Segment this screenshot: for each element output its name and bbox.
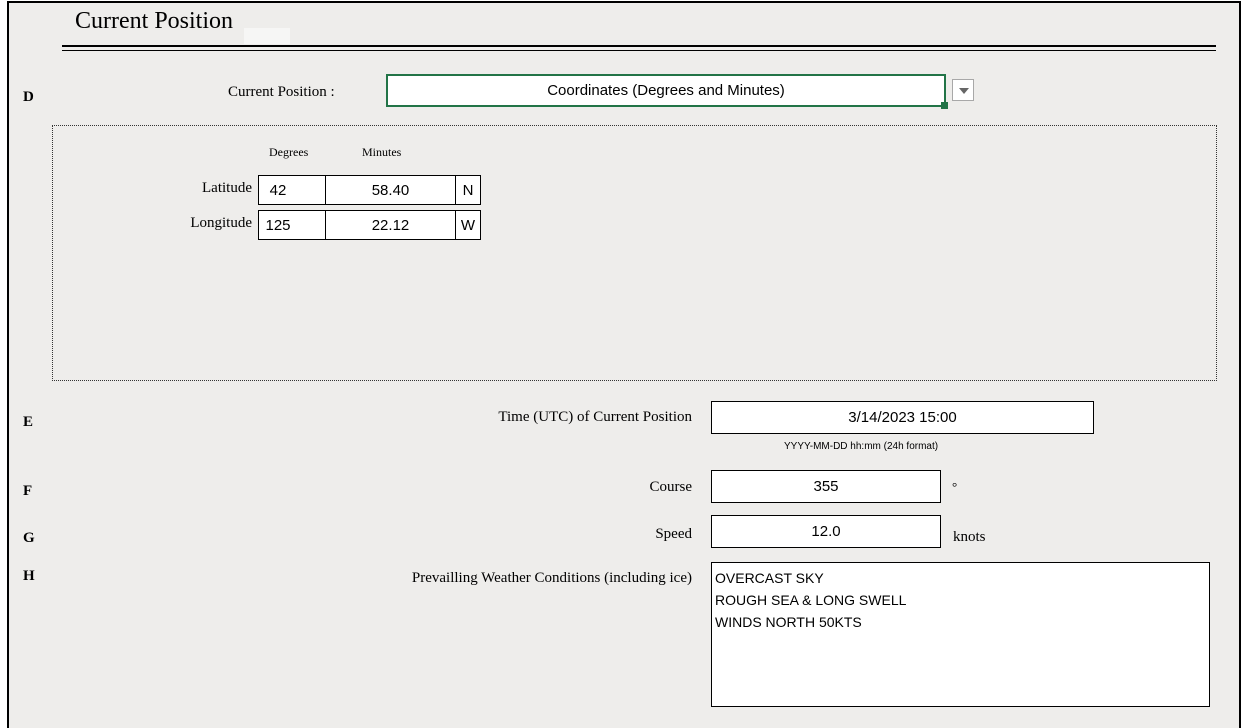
weather-label: Prevailling Weather Conditions (includin…: [411, 570, 692, 586]
coordinates-group: [52, 125, 1217, 381]
current-position-label: Current Position :: [228, 84, 335, 100]
longitude-label: Longitude: [190, 215, 252, 231]
chevron-down-icon[interactable]: [952, 79, 974, 101]
speed-label: Speed: [655, 526, 692, 542]
longitude-hemisphere-field[interactable]: W: [455, 210, 481, 240]
weather-line: ROUGH SEA & LONG SWELL: [715, 592, 907, 608]
time-label: Time (UTC) of Current Position: [498, 409, 692, 425]
longitude-spacer-cell: [297, 210, 326, 240]
speed-unit: knots: [953, 529, 986, 545]
longitude-degrees-field[interactable]: 125: [258, 210, 298, 240]
cell-fill-handle[interactable]: [941, 102, 948, 109]
position-format-value: Coordinates (Degrees and Minutes): [547, 82, 785, 99]
weather-line: OVERCAST SKY: [715, 570, 824, 586]
time-field[interactable]: 3/14/2023 15:00: [711, 401, 1094, 434]
row-letter-g: G: [23, 530, 35, 546]
latitude-hemisphere-field[interactable]: N: [455, 175, 481, 205]
sheet-tab-marker: [244, 28, 290, 44]
title-underline: [62, 45, 1216, 47]
position-format-dropdown[interactable]: Coordinates (Degrees and Minutes): [386, 74, 946, 107]
section-title: Current Position: [75, 8, 234, 34]
course-label: Course: [649, 479, 693, 495]
latitude-label: Latitude: [202, 180, 252, 196]
row-letter-e: E: [23, 414, 34, 430]
minutes-header: Minutes: [362, 145, 402, 159]
row-letter-f: F: [23, 483, 33, 499]
title-underline-thin: [62, 50, 1216, 51]
weather-line: WINDS NORTH 50KTS: [715, 614, 862, 630]
degrees-header: Degrees: [269, 145, 309, 159]
longitude-minutes-field[interactable]: 22.12: [325, 210, 456, 240]
row-letter-d: D: [23, 89, 34, 105]
speed-field[interactable]: 12.0: [711, 515, 941, 548]
time-format-hint: YYYY-MM-DD hh:mm (24h format): [784, 441, 939, 452]
row-letter-h: H: [23, 568, 35, 584]
weather-conditions-field[interactable]: OVERCAST SKY ROUGH SEA & LONG SWELL WIND…: [711, 562, 1210, 707]
latitude-minutes-field[interactable]: 58.40: [325, 175, 456, 205]
latitude-degrees-field[interactable]: 42: [258, 175, 298, 205]
course-field[interactable]: 355: [711, 470, 941, 503]
course-unit: °: [952, 479, 958, 494]
latitude-spacer-cell: [297, 175, 326, 205]
